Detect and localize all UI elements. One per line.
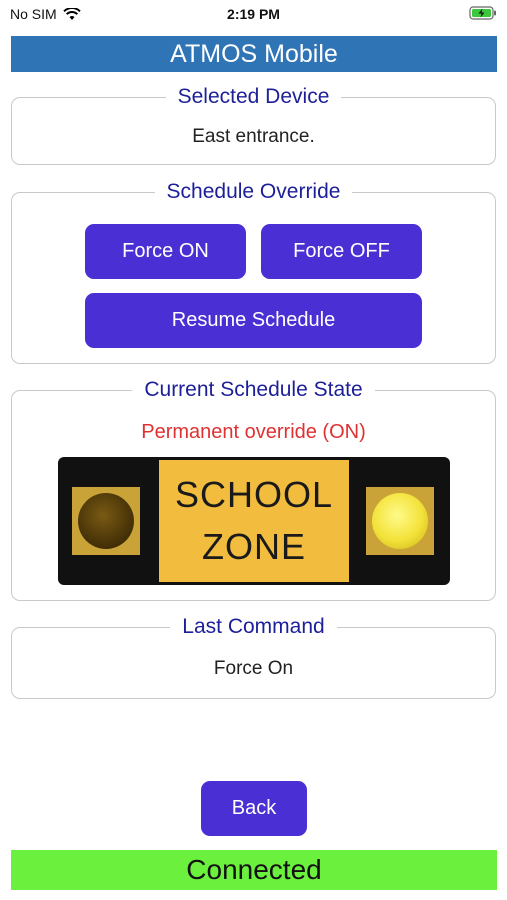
schedule-override-legend: Schedule Override bbox=[12, 179, 495, 205]
back-button[interactable]: Back bbox=[201, 781, 307, 836]
selected-device-legend: Selected Device bbox=[12, 84, 495, 110]
left-beacon bbox=[72, 487, 140, 555]
app-title-bar: ATMOS Mobile bbox=[11, 36, 497, 72]
schedule-override-panel: Schedule Override Force ON Force OFF Res… bbox=[11, 180, 496, 364]
current-schedule-state-panel: Current Schedule State Permanent overrid… bbox=[11, 378, 496, 601]
schedule-state-status: Permanent override (ON) bbox=[141, 421, 366, 443]
selected-device-panel: Selected Device East entrance. bbox=[11, 85, 496, 165]
school-zone-sign: SCHOOL ZONE bbox=[58, 457, 450, 585]
battery-icon bbox=[469, 6, 497, 25]
resume-schedule-button[interactable]: Resume Schedule bbox=[85, 293, 422, 348]
right-beacon-light-on bbox=[372, 493, 428, 549]
right-beacon bbox=[366, 487, 434, 555]
connection-status: Connected bbox=[186, 854, 322, 885]
last-command-value: Force On bbox=[213, 658, 294, 679]
force-off-button[interactable]: Force OFF bbox=[261, 224, 422, 279]
force-on-button[interactable]: Force ON bbox=[85, 224, 246, 279]
current-schedule-state-legend: Current Schedule State bbox=[12, 377, 495, 403]
sign-line-1: SCHOOL bbox=[174, 474, 334, 515]
last-command-legend: Last Command bbox=[12, 614, 495, 640]
left-beacon-light-off bbox=[78, 493, 134, 549]
selected-device-value: East entrance. bbox=[192, 126, 315, 147]
connection-status-bar: Connected bbox=[11, 850, 497, 890]
clock: 2:19 PM bbox=[227, 6, 280, 22]
status-bar: No SIM 2:19 PM bbox=[0, 0, 507, 30]
last-command-panel: Last Command Force On bbox=[11, 615, 496, 699]
school-zone-panel: SCHOOL ZONE bbox=[159, 460, 349, 582]
sign-line-2: ZONE bbox=[201, 526, 306, 567]
app-title: ATMOS Mobile bbox=[170, 40, 338, 68]
